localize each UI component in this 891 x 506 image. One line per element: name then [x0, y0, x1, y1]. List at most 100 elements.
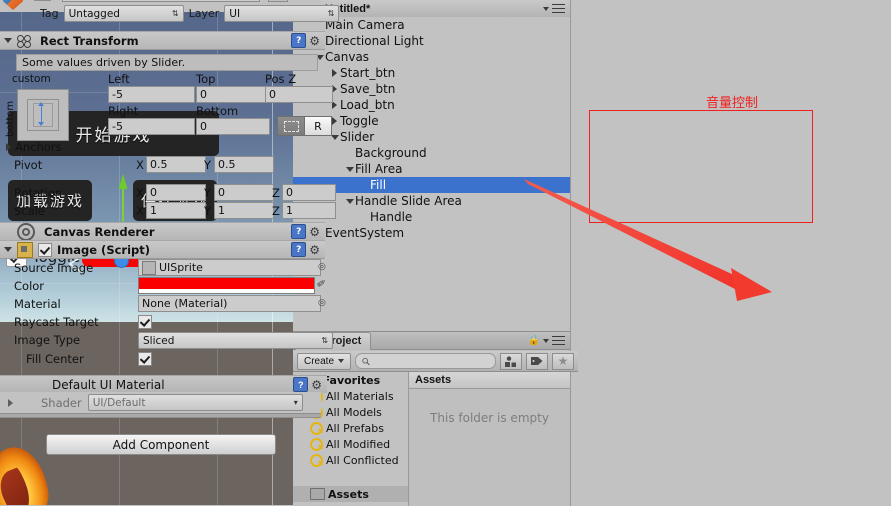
gear-icon[interactable]: ⚙: [309, 35, 320, 47]
assets-breadcrumb: Assets: [409, 372, 570, 389]
chevron-right-icon[interactable]: [6, 143, 11, 151]
hierarchy-tree[interactable]: Main Camera Directional Light Canvas Start_…: [293, 17, 570, 331]
left-field[interactable]: -5: [108, 86, 195, 103]
help-icon[interactable]: ?: [291, 33, 307, 48]
favorites-item-label: All Conflicted: [326, 453, 399, 467]
component-actions[interactable]: ? ⚙: [291, 33, 320, 48]
rotation-x-field[interactable]: 0: [146, 184, 206, 201]
help-icon[interactable]: ?: [293, 377, 309, 392]
material-preview-header[interactable]: Default UI Material ? ⚙: [0, 375, 327, 393]
rotation-z-value: 0: [286, 186, 293, 199]
raycast-target-checkbox[interactable]: [138, 315, 152, 329]
component-header-canvas-renderer[interactable]: Canvas Renderer ? ⚙: [0, 222, 325, 241]
object-picker-icon[interactable]: ◎: [318, 261, 326, 272]
hierarchy-item-label: Fill Area: [355, 162, 403, 176]
chevron-right-icon[interactable]: [8, 398, 13, 407]
color-field[interactable]: [138, 277, 315, 294]
chevron-right-icon[interactable]: [329, 69, 340, 77]
pivot-x-field[interactable]: 0.5: [146, 156, 206, 173]
scale-y-field[interactable]: 1: [214, 202, 274, 219]
anchors-foldout[interactable]: Anchors: [6, 140, 62, 154]
chevron-down-icon[interactable]: [344, 198, 355, 204]
hierarchy-item-slider[interactable]: Slider: [293, 129, 570, 145]
hierarchy-item-fill-area[interactable]: Fill Area: [293, 161, 570, 177]
hierarchy-item-eventsystem[interactable]: EventSystem: [293, 225, 570, 241]
gear-icon[interactable]: ⚙: [309, 244, 320, 256]
static-dropdown[interactable]: [268, 0, 288, 2]
hierarchy-item-label: Canvas: [325, 50, 370, 64]
gear-icon[interactable]: ⚙: [309, 226, 320, 238]
help-icon[interactable]: ?: [291, 224, 307, 239]
color-label: Color: [14, 279, 45, 293]
lock-icon[interactable]: 🔒: [528, 335, 540, 346]
hierarchy-item-background[interactable]: Background: [293, 145, 570, 161]
create-button-label: Create: [304, 355, 335, 367]
source-image-field[interactable]: UISprite: [138, 259, 321, 276]
chevron-down-icon[interactable]: [4, 247, 12, 252]
hierarchy-item-directional-light[interactable]: Directional Light: [293, 33, 570, 49]
chevron-down-icon[interactable]: [543, 6, 549, 11]
help-icon[interactable]: ?: [291, 242, 307, 257]
chevron-down-icon[interactable]: [344, 166, 355, 172]
favorite-filter-button[interactable]: ★: [552, 352, 574, 370]
image-type-dropdown[interactable]: Sliced ⇅: [138, 332, 333, 349]
project-menu[interactable]: 🔒: [528, 335, 565, 346]
anchor-preset-widget[interactable]: [17, 89, 69, 141]
object-picker-icon[interactable]: ◎: [318, 297, 326, 308]
gameobject-name-field[interactable]: [62, 0, 260, 2]
raycast-target-label: Raycast Target: [14, 315, 99, 329]
hamburger-icon[interactable]: [552, 4, 565, 13]
pivot-y-field[interactable]: 0.5: [214, 156, 274, 173]
component-actions[interactable]: ? ⚙: [293, 377, 322, 392]
fill-center-checkbox[interactable]: [138, 352, 152, 366]
material-field[interactable]: None (Material): [138, 295, 321, 312]
hierarchy-item-canvas[interactable]: Canvas: [293, 49, 570, 65]
component-actions[interactable]: ? ⚙: [291, 242, 320, 257]
search-icon: [362, 357, 370, 365]
favorites-item-all-prefabs[interactable]: All Prefabs: [293, 420, 408, 436]
right-field[interactable]: -5: [108, 118, 195, 135]
blueprint-raw-toggle-group[interactable]: R: [277, 116, 332, 136]
search-input[interactable]: [373, 354, 489, 368]
static-checkbox[interactable]: [34, 0, 51, 1]
component-header-image-script[interactable]: Image (Script) ? ⚙: [0, 240, 325, 259]
component-header-rect-transform[interactable]: Rect Transform ? ⚙: [0, 31, 325, 50]
unity-editor-window: 开始游戏 加载游戏 保存游戏 Toggle: [0, 0, 891, 506]
hierarchy-item-load-btn[interactable]: Load_btn: [293, 97, 570, 113]
create-button[interactable]: Create: [297, 352, 352, 370]
blueprint-mode-button[interactable]: [277, 116, 305, 136]
hierarchy-menu[interactable]: [543, 4, 565, 13]
favorites-item-all-modified[interactable]: All Modified: [293, 436, 408, 452]
shader-dropdown[interactable]: UI/Default ▾: [87, 394, 303, 411]
bottom-field[interactable]: 0: [196, 118, 270, 135]
search-field[interactable]: [355, 353, 496, 369]
tag-layer-row: Tag Untagged ⇅ Layer UI ⇅: [0, 5, 361, 22]
gear-icon[interactable]: ⚙: [311, 379, 322, 391]
hierarchy-item-save-btn[interactable]: Save_btn: [293, 81, 570, 97]
add-component-button[interactable]: Add Component: [46, 434, 276, 455]
chevron-down-icon[interactable]: [4, 38, 12, 43]
scale-x-field[interactable]: 1: [146, 202, 206, 219]
hamburger-icon[interactable]: [552, 336, 565, 345]
component-actions[interactable]: ? ⚙: [291, 224, 320, 239]
hierarchy-item-label: Toggle: [340, 114, 379, 128]
image-script-title: Image (Script): [57, 242, 151, 257]
anchor-preset-label: custom: [12, 73, 51, 85]
favorites-item-all-conflicted[interactable]: All Conflicted: [293, 452, 408, 468]
rotation-z-field[interactable]: 0: [282, 184, 336, 201]
tag-dropdown[interactable]: Untagged ⇅: [63, 5, 184, 22]
raw-edit-button[interactable]: R: [305, 116, 332, 136]
project-assets-browser[interactable]: Assets This folder is empty: [409, 372, 570, 506]
hierarchy-item-toggle[interactable]: Toggle: [293, 113, 570, 129]
image-enabled-checkbox[interactable]: [38, 242, 52, 257]
filter-by-type-button[interactable]: [500, 352, 522, 370]
filter-by-label-button[interactable]: [526, 352, 548, 370]
chevron-down-icon[interactable]: [543, 338, 549, 343]
posz-field[interactable]: 0: [265, 86, 333, 103]
hierarchy-item-start-btn[interactable]: Start_btn: [293, 65, 570, 81]
layer-dropdown[interactable]: UI ⇅: [224, 5, 340, 22]
scale-z-field[interactable]: 1: [282, 202, 336, 219]
rotation-y-field[interactable]: 0: [214, 184, 274, 201]
top-field[interactable]: 0: [196, 86, 270, 103]
project-tree-assets[interactable]: Assets: [293, 486, 408, 502]
